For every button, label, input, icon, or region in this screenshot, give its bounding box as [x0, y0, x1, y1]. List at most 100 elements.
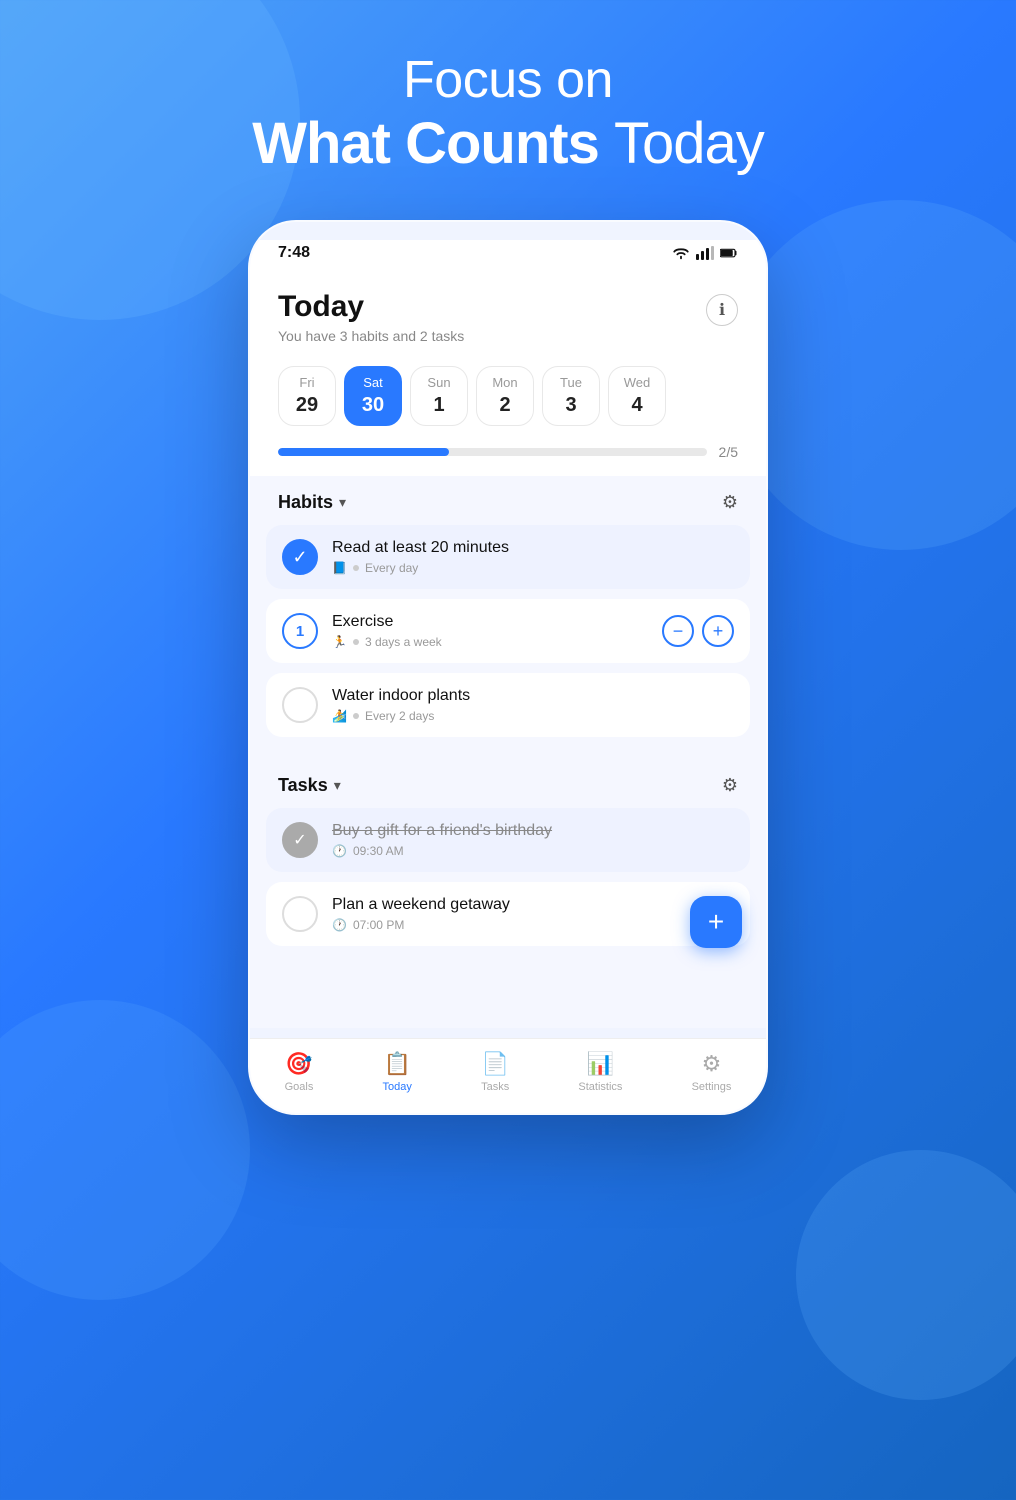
- nav-item-statistics[interactable]: 📊 Statistics: [578, 1051, 622, 1093]
- habits-filter-icon[interactable]: ⚙: [722, 492, 738, 513]
- nav-icon-today: 📋: [384, 1051, 411, 1077]
- hero-line2: What Counts Today: [0, 110, 1016, 177]
- habit-card-1[interactable]: 1 Exercise 🏃 3 days a week − +: [266, 599, 750, 663]
- task-check-1[interactable]: [282, 896, 318, 932]
- habit-dec-1[interactable]: −: [662, 615, 694, 647]
- nav-icon-tasks: 📄: [481, 1051, 508, 1077]
- battery-icon: [720, 246, 738, 260]
- habits-chevron[interactable]: ▾: [339, 494, 346, 511]
- task-time-1: 07:00 PM: [353, 918, 404, 932]
- habit-info-2: Water indoor plants 🏄 Every 2 days: [332, 687, 734, 723]
- habit-dot-2: [353, 713, 359, 719]
- fab-button[interactable]: +: [690, 896, 742, 948]
- habit-icon-0: 📘: [332, 561, 347, 575]
- clock-icon-0: 🕐: [332, 844, 347, 858]
- habits-section-header: Habits ▾ ⚙: [266, 476, 750, 525]
- task-meta-0: 🕐 09:30 AM: [332, 844, 734, 858]
- nav-label-statistics: Statistics: [578, 1081, 622, 1093]
- nav-label-tasks: Tasks: [481, 1081, 509, 1093]
- habit-info-0: Read at least 20 minutes 📘 Every day: [332, 539, 734, 575]
- nav-item-settings[interactable]: ⚙ Settings: [692, 1051, 732, 1093]
- task-card-1[interactable]: Plan a weekend getaway 🕐 07:00 PM: [266, 882, 750, 946]
- status-bar: 7:48: [250, 240, 766, 270]
- habit-icon-1: 🏃: [332, 635, 347, 649]
- nav-item-goals[interactable]: 🎯 Goals: [285, 1051, 314, 1093]
- phone: 7:48: [248, 220, 768, 1115]
- bg-circle-2: [726, 200, 1016, 550]
- nav-item-tasks[interactable]: 📄 Tasks: [481, 1051, 509, 1093]
- progress-row: 2/5: [250, 440, 766, 476]
- task-card-0[interactable]: ✓ Buy a gift for a friend's birthday 🕐 0…: [266, 808, 750, 872]
- phone-wrapper: 7:48: [248, 220, 768, 1115]
- habit-dot-0: [353, 565, 359, 571]
- hero-normal: Today: [614, 111, 764, 176]
- calendar-strip: Fri29Sat30Sun1Mon2Tue3Wed4: [250, 356, 766, 440]
- progress-bar: [278, 448, 707, 456]
- task-title-1: Plan a weekend getaway: [332, 896, 734, 914]
- hero-section: Focus on What Counts Today: [0, 50, 1016, 177]
- habit-inc-1[interactable]: +: [702, 615, 734, 647]
- hero-line1: Focus on: [0, 50, 1016, 110]
- habit-card-0[interactable]: ✓ Read at least 20 minutes 📘 Every day: [266, 525, 750, 589]
- task-time-0: 09:30 AM: [353, 844, 404, 858]
- page-header: Today You have 3 habits and 2 tasks ℹ: [250, 270, 766, 356]
- nav-label-today: Today: [383, 1081, 412, 1093]
- habits-list: ✓ Read at least 20 minutes 📘 Every day 1…: [266, 525, 750, 737]
- page-subtitle: You have 3 habits and 2 tasks: [278, 328, 464, 344]
- habit-freq-0: Every day: [365, 561, 418, 575]
- bottom-nav: 🎯 Goals 📋 Today 📄 Tasks 📊 Statistics ⚙ S…: [250, 1038, 766, 1113]
- hero-bold: What Counts: [252, 111, 599, 176]
- habit-meta-0: 📘 Every day: [332, 561, 734, 575]
- task-info-1: Plan a weekend getaway 🕐 07:00 PM: [332, 896, 734, 932]
- habits-section: Habits ▾ ⚙ ✓ Read at least 20 minutes 📘 …: [250, 476, 766, 759]
- cal-day-tue[interactable]: Tue3: [542, 366, 600, 426]
- habit-freq-2: Every 2 days: [365, 709, 434, 723]
- cal-day-sat[interactable]: Sat30: [344, 366, 402, 426]
- signal-icon: [696, 246, 714, 260]
- habit-counter-1: − +: [662, 615, 734, 647]
- habit-dot-1: [353, 639, 359, 645]
- cal-day-fri[interactable]: Fri29: [278, 366, 336, 426]
- habit-meta-1: 🏃 3 days a week: [332, 635, 648, 649]
- habit-card-2[interactable]: Water indoor plants 🏄 Every 2 days: [266, 673, 750, 737]
- habit-info-1: Exercise 🏃 3 days a week: [332, 613, 648, 649]
- habit-check-1[interactable]: 1: [282, 613, 318, 649]
- wifi-icon: [672, 246, 690, 260]
- tasks-title: Tasks: [278, 775, 328, 796]
- app-content: Today You have 3 habits and 2 tasks ℹ Fr…: [250, 270, 766, 968]
- status-time: 7:48: [278, 244, 310, 262]
- cal-day-mon[interactable]: Mon2: [476, 366, 534, 426]
- nav-icon-settings: ⚙: [702, 1051, 722, 1077]
- task-check-0[interactable]: ✓: [282, 822, 318, 858]
- page-title: Today: [278, 290, 464, 324]
- habit-title-1: Exercise: [332, 613, 648, 631]
- tasks-title-row: Tasks ▾: [278, 775, 341, 796]
- progress-text: 2/5: [719, 444, 738, 460]
- header-text: Today You have 3 habits and 2 tasks: [278, 290, 464, 344]
- tasks-chevron[interactable]: ▾: [334, 777, 341, 794]
- cal-day-wed[interactable]: Wed4: [608, 366, 666, 426]
- task-info-0: Buy a gift for a friend's birthday 🕐 09:…: [332, 822, 734, 858]
- task-title-0: Buy a gift for a friend's birthday: [332, 822, 734, 840]
- nav-item-today[interactable]: 📋 Today: [383, 1051, 412, 1093]
- bg-circle-4: [796, 1150, 1016, 1400]
- task-meta-1: 🕐 07:00 PM: [332, 918, 734, 932]
- status-icons: [672, 246, 738, 260]
- habit-check-2[interactable]: [282, 687, 318, 723]
- habit-title-2: Water indoor plants: [332, 687, 734, 705]
- habit-meta-2: 🏄 Every 2 days: [332, 709, 734, 723]
- nav-icon-statistics: 📊: [587, 1051, 614, 1077]
- tasks-list: ✓ Buy a gift for a friend's birthday 🕐 0…: [266, 808, 750, 946]
- tasks-filter-icon[interactable]: ⚙: [722, 775, 738, 796]
- tasks-section: Tasks ▾ ⚙ ✓ Buy a gift for a friend's bi…: [250, 759, 766, 968]
- nav-label-goals: Goals: [285, 1081, 314, 1093]
- habit-freq-1: 3 days a week: [365, 635, 442, 649]
- habits-title: Habits: [278, 492, 333, 513]
- habit-icon-2: 🏄: [332, 709, 347, 723]
- nav-label-settings: Settings: [692, 1081, 732, 1093]
- cal-day-sun[interactable]: Sun1: [410, 366, 468, 426]
- habit-check-0[interactable]: ✓: [282, 539, 318, 575]
- progress-fill: [278, 448, 449, 456]
- info-button[interactable]: ℹ: [706, 294, 738, 326]
- tasks-section-header: Tasks ▾ ⚙: [266, 759, 750, 808]
